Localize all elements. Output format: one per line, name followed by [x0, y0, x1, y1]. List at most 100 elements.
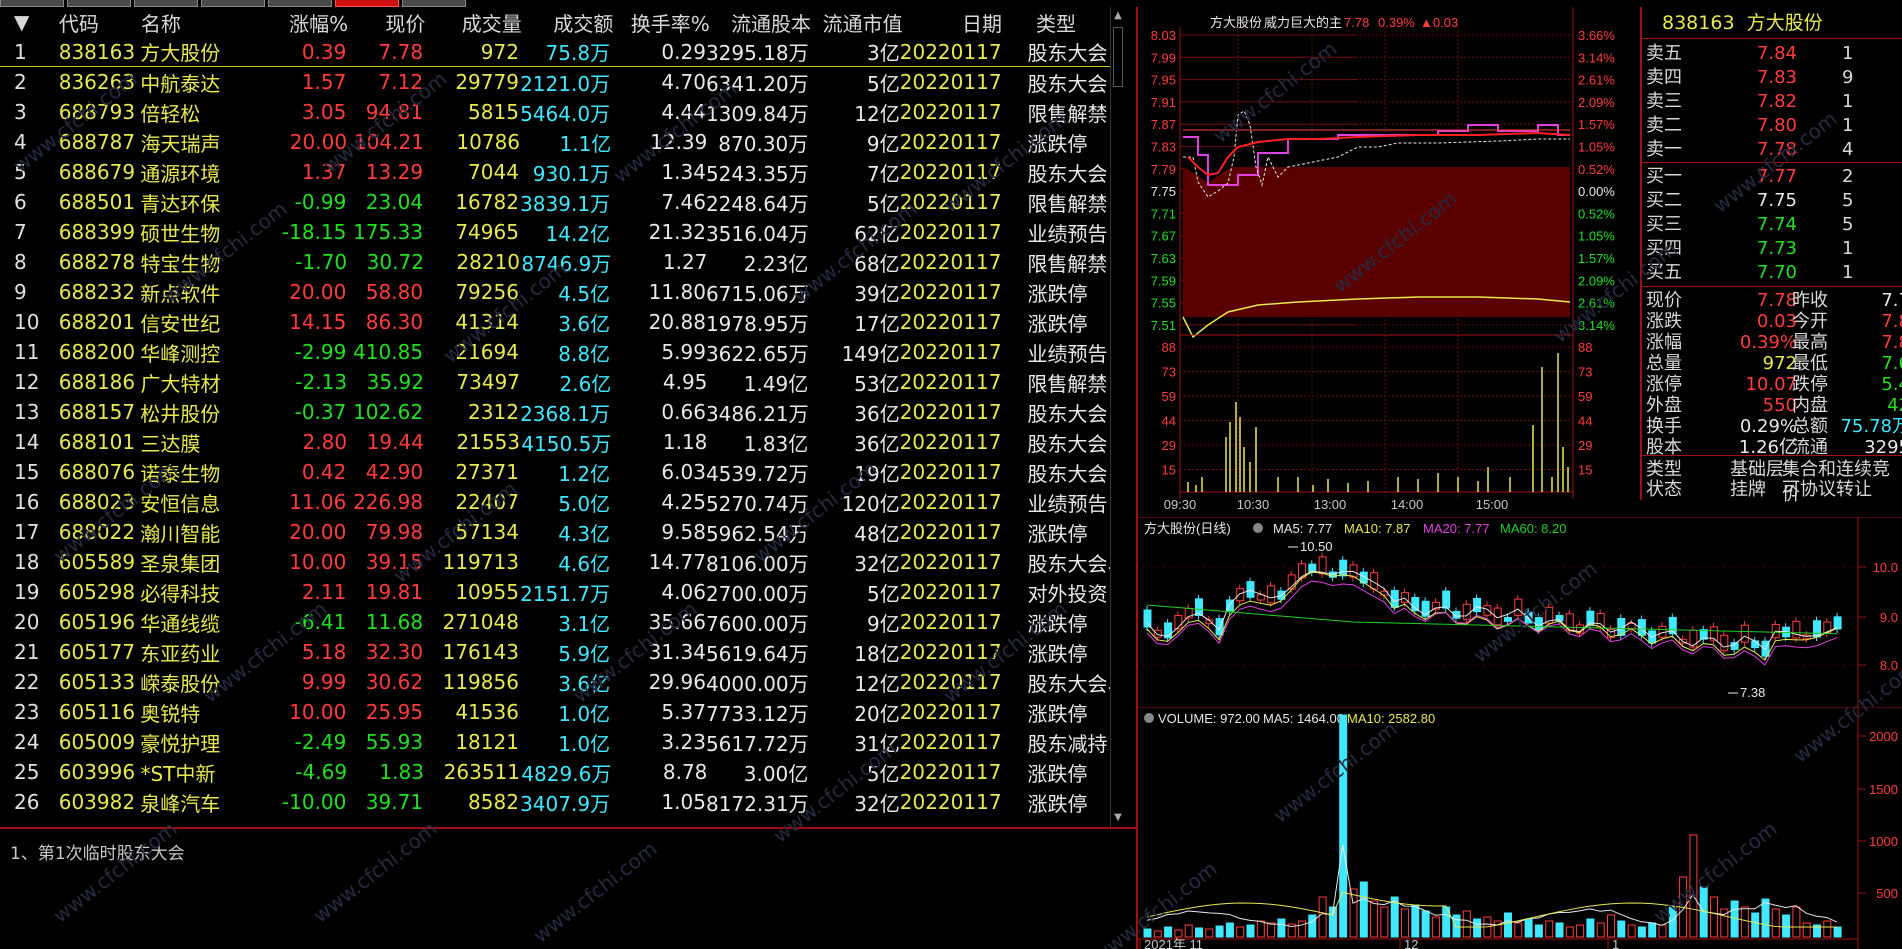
table-row[interactable]: 21 605177 东亚药业 5.18 32.30 176143 5.9亿 31.34 5619…: [0, 637, 1110, 667]
table-row[interactable]: 9 688232 新点软件 20.00 58.80 79256 4.5亿 11.80 6715.…: [0, 277, 1110, 307]
table-row[interactable]: 16 688023 安恒信息 11.06 226.98 22407 5.0亿 4.25 5270…: [0, 487, 1110, 517]
table-row[interactable]: 14 688101 三达膜 2.80 19.44 21553 4150.5万 1.18 1.83…: [0, 427, 1110, 457]
stock-code: 688679: [58, 160, 136, 184]
change-pct: 1.37: [301, 160, 347, 184]
volume: 119856: [442, 670, 519, 694]
table-row[interactable]: 23 605116 奥锐特 10.00 25.95 41536 1.0亿 5.37 7733.1…: [0, 697, 1110, 727]
volume-bar: [1534, 924, 1543, 938]
tab[interactable]: [134, 0, 198, 7]
sort-arrow-icon[interactable]: ▼: [0, 10, 44, 34]
ask-price: 7.84: [1756, 43, 1797, 64]
table-row[interactable]: 20 605196 华通线缆 -6.41 11.68 271048 3.1亿 35.66 760…: [0, 607, 1110, 637]
table-row[interactable]: 10 688201 信安世纪 14.15 86.30 41314 3.6亿 20.88 1978…: [0, 307, 1110, 337]
event-type: 涨跌停: [1027, 311, 1088, 336]
turnover: 35.66: [648, 610, 706, 634]
volume: 10786: [456, 130, 521, 154]
date: 20220117: [899, 100, 1002, 124]
table-row[interactable]: 2 836263 中航泰达 1.57 7.12 29779 2121.0万 4.70 6341.…: [0, 67, 1110, 97]
table-row[interactable]: 19 605298 必得科技 2.11 19.81 10955 2151.7万 4.06 270…: [0, 577, 1110, 607]
candle: [1462, 603, 1471, 620]
event-type: 股东大会: [1027, 71, 1108, 96]
date: 20220117: [899, 430, 1002, 454]
volume-bar: [1658, 924, 1667, 938]
table-row[interactable]: 7 688399 硕世生物 -18.15 175.33 74965 14.2亿 21.32 35…: [0, 217, 1110, 247]
chart-pane: 方大股份 威力巨大的主 7.78 0.39% ▲0.03 8.03 3.66% 7.99 3.1…: [1138, 7, 1902, 949]
float-market-value: 32亿: [854, 551, 900, 576]
table-row[interactable]: 8 688278 特宝生物 -1.70 30.72 28210 8746.9万 1.27 2.2…: [0, 247, 1110, 277]
volume-bar: [1195, 927, 1203, 938]
turnover: 4.95: [662, 370, 708, 394]
vertical-scrollbar[interactable]: ▲ ▼: [1110, 7, 1124, 827]
stock-code: 688501: [58, 190, 136, 214]
turnover: 4.25: [661, 490, 706, 514]
column-header-price[interactable]: 现价: [348, 8, 425, 37]
column-header-type[interactable]: 类型: [1002, 8, 1110, 37]
volume-tick-label: 44: [1162, 414, 1176, 429]
date: 20220117: [899, 580, 1002, 604]
column-header-change-pct[interactable]: 涨幅%: [276, 8, 348, 37]
column-header-date[interactable]: 日期: [903, 8, 1002, 37]
stock-name: 新点软件: [140, 281, 221, 306]
float-shares: 5619.64万: [705, 641, 809, 666]
tab[interactable]: [268, 0, 332, 7]
tab[interactable]: [0, 0, 64, 7]
tab[interactable]: [67, 0, 131, 7]
column-header-volume[interactable]: 成交量: [425, 8, 522, 37]
table-row[interactable]: 4 688787 海天瑞声 20.00 104.21 10786 1.1亿 12.39 870.…: [0, 127, 1110, 157]
table-row[interactable]: 17 688022 瀚川智能 20.00 79.98 57134 4.3亿 9.58 5962.…: [0, 517, 1110, 547]
price: 30.72: [366, 250, 424, 274]
candle: [1143, 609, 1152, 628]
tab[interactable]: [402, 0, 466, 7]
volume-chart[interactable]: VOLUME: 972.00 MA5: 1464.00 MA10: 2582.80 2…: [1138, 707, 1902, 949]
column-header-float-mv[interactable]: 流通市值: [811, 8, 903, 37]
date: 20220117: [899, 730, 1002, 754]
scroll-up-arrow-icon[interactable]: ▲: [1112, 9, 1124, 23]
column-header-name[interactable]: 名称: [141, 8, 276, 37]
volume-bar: [1617, 920, 1626, 938]
price: 410.85: [353, 340, 424, 364]
daily-kline-chart[interactable]: 方大股份(日线) MA5: 7.77 MA10: 7.87 MA20: 7.77 MA6…: [1138, 517, 1902, 707]
table-row[interactable]: 1 838163 方大股份 0.39 7.78 972 75.8万 0.29 3295.18万 3…: [0, 37, 1110, 67]
table-row[interactable]: 22 605133 嵘泰股份 9.99 30.62 119856 3.6亿 29.96 4000…: [0, 667, 1110, 697]
intraday-chart[interactable]: 方大股份 威力巨大的主 7.78 0.39% ▲0.03 8.03 3.66% 7.99 3.1…: [1138, 7, 1640, 517]
column-header-code[interactable]: 代码: [44, 8, 141, 37]
amount: 8746.9万: [521, 251, 612, 276]
price-tick-label: 8.03: [1151, 28, 1176, 43]
ask-volume: 1: [1842, 43, 1854, 64]
volume-bg: [1138, 707, 1902, 949]
table-row[interactable]: 18 605589 圣泉集团 10.00 39.15 119713 4.6亿 14.77 810…: [0, 547, 1110, 577]
table-row[interactable]: 13 688157 松井股份 -0.37 102.62 2312 2368.1万 0.66 34…: [0, 397, 1110, 427]
candle: [1236, 588, 1245, 602]
table-row[interactable]: 6 688501 青达环保 -0.99 23.04 16782 3839.1万 7.46 224…: [0, 187, 1110, 217]
scroll-thumb[interactable]: [1113, 27, 1123, 87]
date: 20220117: [899, 340, 1002, 364]
bid-volume: 1: [1842, 262, 1854, 283]
volume-bar: [1164, 926, 1173, 938]
table-row[interactable]: 24 605009 豪悦护理 -2.49 55.93 18121 1.0亿 3.23 5617.…: [0, 727, 1110, 757]
ask-volume: 1: [1842, 115, 1854, 136]
pct-tick-label: 2.61%: [1578, 73, 1615, 88]
table-row[interactable]: 15 688076 诺泰生物 0.42 42.90 27371 1.2亿 6.03 4539.7…: [0, 457, 1110, 487]
tab[interactable]: [201, 0, 265, 7]
tab-active[interactable]: [335, 0, 399, 7]
table-row[interactable]: 11 688200 华峰测控 -2.99 410.85 21694 8.8亿 5.99 3622…: [0, 337, 1110, 367]
volume: 176143: [442, 640, 519, 664]
table-row[interactable]: 5 688679 通源环境 1.37 13.29 7044 930.1万 1.34 5243.3…: [0, 157, 1110, 187]
turnover: 1.34: [661, 160, 706, 184]
column-header-amount[interactable]: 成交额: [522, 8, 613, 37]
column-header-float-shares[interactable]: 流通股本: [710, 8, 811, 37]
row-number: 3: [14, 100, 27, 124]
date: 20220117: [899, 280, 1002, 304]
bid-label: 买三: [1646, 214, 1682, 235]
table-row[interactable]: 25 603996 *ST中新 -4.69 1.83 263511 4829.6万 8.78 3…: [0, 757, 1110, 787]
turnover: 1.18: [662, 430, 708, 454]
scroll-down-arrow-icon[interactable]: ▼: [1112, 811, 1124, 825]
table-row[interactable]: 3 688793 倍轻松 3.05 94.81 5815 5464.0万 4.44 1309.8…: [0, 97, 1110, 127]
candle: [1246, 581, 1255, 598]
column-header-turnover[interactable]: 换手率%: [613, 8, 710, 37]
table-row[interactable]: 12 688186 广大特材 -2.13 35.92 73497 2.6亿 4.95 1.49亿…: [0, 367, 1110, 397]
stock-code: 688278: [58, 250, 136, 274]
amount: 2.6亿: [559, 371, 612, 396]
table-row[interactable]: 26 603982 泉峰汽车 -10.00 39.71 8582 3407.9万 1.05 81…: [0, 787, 1110, 817]
price: 42.90: [365, 460, 424, 484]
